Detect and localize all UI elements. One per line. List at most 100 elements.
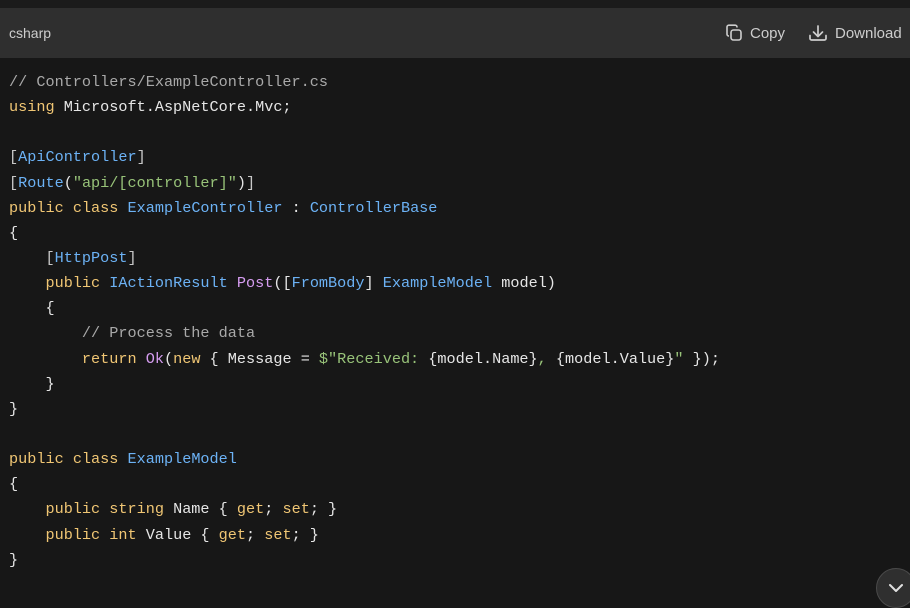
code-line: public class ExampleController : Control… <box>9 196 720 221</box>
code-line: using Microsoft.AspNetCore.Mvc; <box>9 95 720 120</box>
code-token: ( <box>63 173 73 192</box>
code-token: // Controllers/ExampleController.cs <box>9 73 328 91</box>
code-token: } <box>9 374 55 393</box>
code-line: } <box>9 548 720 573</box>
copy-button-label: Copy <box>750 24 786 42</box>
code-token: HttpPost <box>54 248 128 267</box>
code-token: // Process the data <box>81 324 256 343</box>
code-token: public <box>45 500 101 519</box>
code-token: new <box>173 349 201 368</box>
code-line: // Controllers/ExampleController.cs <box>9 70 720 95</box>
code-token: ExampleModel <box>382 274 493 293</box>
code-token: } <box>9 399 19 418</box>
code-token: ExampleModel <box>127 450 237 469</box>
code-line: // Process the data <box>9 321 720 346</box>
code-token: FromBody <box>291 274 365 293</box>
code-token: { Message = <box>200 349 319 368</box>
code-token: [ <box>45 248 55 267</box>
code-line: [HttpPost] <box>9 246 720 271</box>
code-token: set <box>282 500 310 519</box>
code-token: { <box>9 223 19 242</box>
code-token: ; } <box>291 525 319 544</box>
code-line: [Route("api/[controller]")] <box>9 171 720 196</box>
code-token: public <box>45 274 101 293</box>
code-token: public <box>9 450 64 469</box>
code-token: }); <box>683 349 720 368</box>
code-line: { <box>9 221 720 246</box>
code-token: {model.Value} <box>555 349 675 368</box>
code-token: get <box>236 500 265 519</box>
code-token: , <box>537 349 556 368</box>
code-content: // Controllers/ExampleController.cs using… <box>9 70 720 573</box>
top-strip <box>0 0 910 8</box>
code-token: ControllerBase <box>309 198 438 217</box>
code-token: set <box>264 525 292 544</box>
code-token: string <box>109 500 164 519</box>
code-token: IActionResult <box>109 274 228 293</box>
code-token: "api/[controller]" <box>72 173 237 192</box>
code-token: Microsoft.AspNetCore.Mvc; <box>54 98 292 117</box>
code-line: public class ExampleModel <box>9 447 720 472</box>
code-token: $"Received: <box>318 349 429 368</box>
download-button-label: Download <box>835 24 902 42</box>
chevron-down-icon <box>888 580 904 607</box>
code-token: ExampleController <box>127 198 283 217</box>
code-token: ] <box>364 274 383 293</box>
copy-button[interactable]: Copy <box>725 8 785 58</box>
code-token: ( <box>163 349 174 368</box>
code-token: { <box>9 475 19 494</box>
code-token: model) <box>492 274 556 293</box>
code-lines: // Controllers/ExampleController.cs using… <box>9 70 720 573</box>
code-line: } <box>9 397 720 422</box>
code-line: } <box>9 372 720 397</box>
code-line: { <box>9 296 720 321</box>
code-token: } <box>9 550 19 569</box>
code-language-label: csharp <box>9 25 52 41</box>
code-line: { <box>9 472 720 497</box>
code-token: class <box>72 198 119 217</box>
code-token: Post <box>236 274 274 293</box>
code-token: [ <box>9 173 19 192</box>
code-token: class <box>72 450 119 469</box>
download-icon <box>808 24 835 42</box>
code-token: { <box>9 299 55 318</box>
code-token: public <box>45 525 101 544</box>
code-token: return <box>81 349 137 368</box>
code-token: ] <box>246 173 256 192</box>
code-token: Value { <box>136 525 219 544</box>
code-token: ; <box>246 525 265 544</box>
code-token: ] <box>136 148 146 167</box>
code-token: ] <box>127 248 137 267</box>
code-block-header: csharp Copy Download <box>0 8 910 58</box>
code-token: [ <box>9 148 19 167</box>
code-token: ; <box>264 500 283 519</box>
code-line: return Ok(new { Message = $"Received: {m… <box>9 347 720 372</box>
code-token: ; } <box>309 500 338 519</box>
code-token: using <box>9 98 55 117</box>
scroll-down-button[interactable] <box>876 568 910 608</box>
code-area: // Controllers/ExampleController.cs using… <box>0 58 910 590</box>
code-token: " <box>674 349 684 368</box>
code-token: Ok <box>145 349 164 368</box>
code-token: int <box>109 525 137 544</box>
download-button[interactable]: Download <box>808 8 902 58</box>
code-token: public <box>9 198 64 217</box>
code-token: get <box>218 525 246 544</box>
copy-icon <box>725 24 750 42</box>
